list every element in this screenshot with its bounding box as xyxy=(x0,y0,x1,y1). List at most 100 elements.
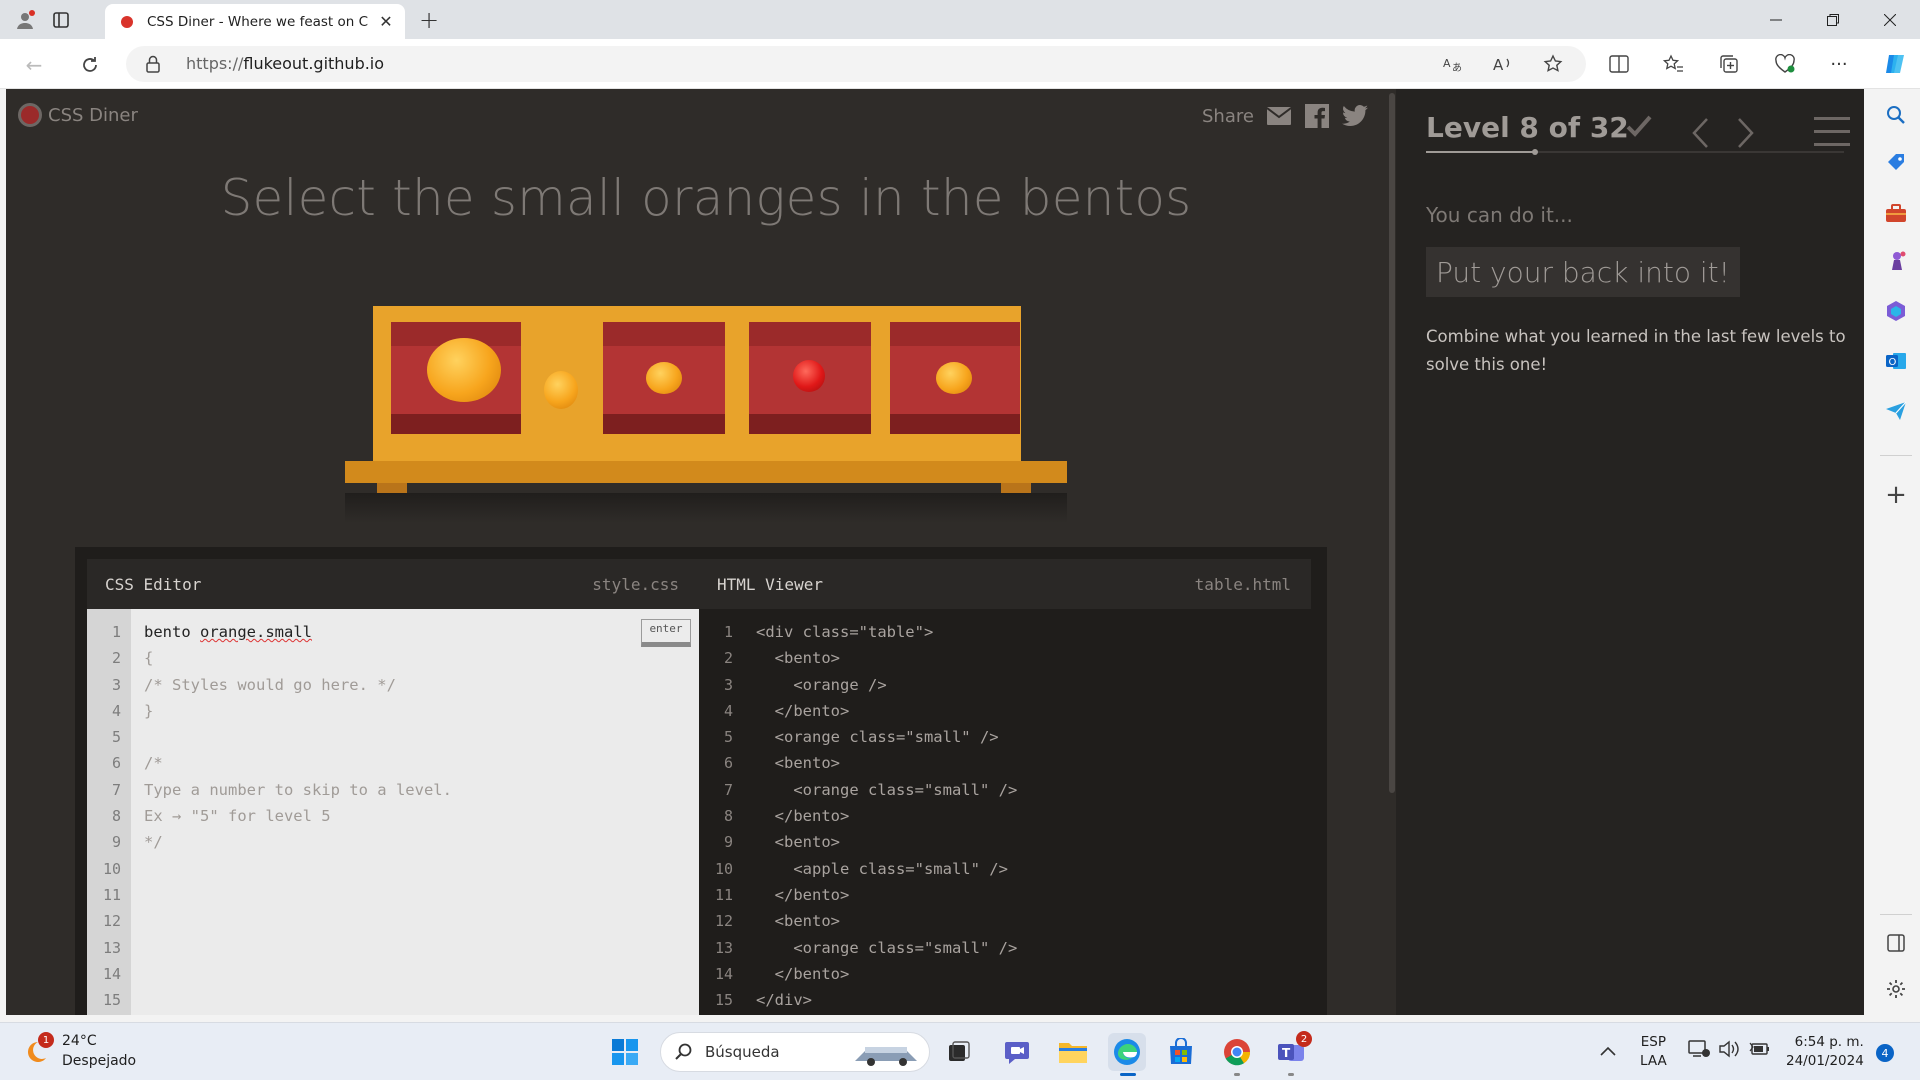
more-options-icon[interactable]: ··· xyxy=(1826,51,1852,77)
restore-button[interactable] xyxy=(1805,0,1861,39)
email-icon[interactable] xyxy=(1266,103,1292,129)
css-editor-header: CSS Editor style.css xyxy=(87,559,699,609)
games-icon[interactable] xyxy=(1882,247,1910,275)
small-apple-fruit[interactable] xyxy=(793,360,825,392)
taskbar-search-text: Búsqueda xyxy=(705,1043,780,1061)
sidebar-separator xyxy=(1880,914,1912,915)
logo-text: CSS Diner xyxy=(48,104,138,126)
line-number: 10 xyxy=(102,859,121,878)
code-line: { xyxy=(144,649,154,668)
system-clock[interactable]: 6:54 p. m. 24/01/2024 xyxy=(1786,1033,1864,1071)
line-number: 3 xyxy=(111,675,121,694)
small-orange-fruit[interactable] xyxy=(544,371,578,409)
code-line: /* xyxy=(144,754,163,773)
copilot-icon[interactable] xyxy=(1880,49,1910,79)
tab-css-diner[interactable]: CSS Diner - Where we feast on C ✕ xyxy=(105,4,405,39)
weather-widget[interactable]: 1 24°C Despejado xyxy=(24,1031,136,1071)
network-icon[interactable] xyxy=(1688,1039,1710,1065)
search-icon[interactable] xyxy=(1882,101,1910,129)
tools-icon[interactable] xyxy=(1882,199,1910,227)
language-indicator[interactable]: ESP LAA xyxy=(1640,1033,1667,1071)
line-number: 1 xyxy=(723,623,733,641)
twitter-icon[interactable] xyxy=(1341,103,1368,129)
code-line: </bento> xyxy=(756,807,850,826)
code-line: <div class="table"> xyxy=(756,623,934,641)
task-view-icon[interactable] xyxy=(940,1033,978,1071)
close-tab-icon[interactable]: ✕ xyxy=(377,12,395,31)
small-orange-fruit[interactable] xyxy=(646,362,682,394)
previous-level-icon[interactable] xyxy=(1682,115,1718,151)
minimize-button[interactable] xyxy=(1748,0,1804,39)
level-menu-icon[interactable] xyxy=(1814,117,1850,147)
send-icon[interactable] xyxy=(1882,397,1910,425)
facebook-icon[interactable] xyxy=(1304,103,1330,129)
level-title[interactable]: Level 8 of 32 xyxy=(1426,111,1629,144)
taskbar-search[interactable]: Búsqueda xyxy=(660,1032,930,1072)
split-screen-icon[interactable] xyxy=(1606,51,1632,77)
small-orange-fruit[interactable] xyxy=(936,362,972,394)
svg-text:あ: あ xyxy=(1452,62,1462,73)
read-aloud-icon[interactable]: A xyxy=(1490,51,1516,77)
line-number: 1 xyxy=(111,623,121,641)
microsoft-365-icon[interactable] xyxy=(1882,297,1910,325)
bento-box[interactable] xyxy=(890,322,1020,434)
file-explorer-icon[interactable] xyxy=(1054,1033,1092,1071)
code-line: <bento> xyxy=(756,833,840,852)
orange-fruit[interactable] xyxy=(427,338,501,402)
favorite-star-icon[interactable] xyxy=(1540,51,1566,77)
address-bar[interactable]: https://flukeout.github.io xyxy=(126,46,1586,82)
code-line: Ex → "5" for level 5 xyxy=(144,807,331,826)
settings-gear-icon[interactable] xyxy=(1882,975,1910,1003)
next-level-icon[interactable] xyxy=(1728,115,1764,151)
outlook-icon[interactable]: O xyxy=(1882,347,1910,375)
css-editor-body[interactable]: 1 2 3 4 5 6 7 8 9 10 11 12 13 14 15 bento orange.small… xyxy=(87,609,699,1015)
volume-icon[interactable] xyxy=(1718,1039,1740,1065)
bento-box[interactable] xyxy=(603,322,725,434)
teams-icon[interactable]: T 2 xyxy=(1272,1031,1312,1076)
edge-browser-icon[interactable] xyxy=(1108,1033,1146,1076)
url-text: https://flukeout.github.io xyxy=(186,54,385,73)
refresh-icon[interactable] xyxy=(74,49,106,81)
back-icon[interactable]: ← xyxy=(18,49,50,81)
battery-icon[interactable] xyxy=(1748,1039,1770,1065)
svg-text:A: A xyxy=(1443,57,1451,70)
code-line: <orange class="small" /> xyxy=(756,780,1018,799)
close-window-button[interactable] xyxy=(1862,0,1918,39)
code-line: <bento> xyxy=(756,649,840,668)
browser-essentials-icon[interactable] xyxy=(1772,51,1798,77)
bento-edge xyxy=(749,414,871,434)
profile-icon[interactable] xyxy=(10,5,40,35)
collections-icon[interactable] xyxy=(1716,51,1742,77)
line-number: 4 xyxy=(111,701,121,720)
table-shadow xyxy=(345,493,1067,523)
translate-icon[interactable]: Aあ xyxy=(1440,51,1466,77)
chat-icon[interactable] xyxy=(998,1033,1036,1071)
tab-actions-icon[interactable] xyxy=(46,5,76,35)
notification-center-badge[interactable]: 4 xyxy=(1876,1044,1894,1062)
hide-sidebar-icon[interactable] xyxy=(1882,929,1910,957)
lock-icon[interactable] xyxy=(146,55,160,77)
share-label: Share xyxy=(1202,105,1254,127)
line-number: 7 xyxy=(111,780,121,799)
svg-text:A: A xyxy=(1493,56,1504,73)
show-hidden-icons-chevron-icon[interactable] xyxy=(1600,1041,1616,1060)
site-logo[interactable]: CSS Diner xyxy=(18,103,138,127)
page-scrollbar-thumb[interactable] xyxy=(1389,93,1395,793)
game-area: CSS Diner Share Select the small oranges… xyxy=(6,89,1386,1015)
new-tab-button[interactable]: + xyxy=(415,6,443,34)
start-button[interactable] xyxy=(606,1033,644,1071)
favorites-icon[interactable] xyxy=(1660,51,1686,77)
html-code: <div class="table"> <bento> <orange /> <… xyxy=(756,619,1017,1013)
bento-box[interactable] xyxy=(391,322,521,434)
chrome-icon[interactable] xyxy=(1218,1033,1256,1076)
level-panel: Level 8 of 32 You can do it... Put your … xyxy=(1396,89,1864,1015)
shopping-icon[interactable] xyxy=(1882,149,1910,177)
code-line: </bento> xyxy=(756,885,850,904)
hint-text: Put your back into it! xyxy=(1426,247,1740,297)
enter-button[interactable]: enter xyxy=(641,619,691,647)
add-icon[interactable]: + xyxy=(1882,480,1910,510)
css-selector-input[interactable]: bento orange.small xyxy=(144,619,452,645)
microsoft-store-icon[interactable] xyxy=(1162,1033,1200,1071)
line-number: 11 xyxy=(102,885,121,904)
bento-box[interactable] xyxy=(749,322,871,434)
